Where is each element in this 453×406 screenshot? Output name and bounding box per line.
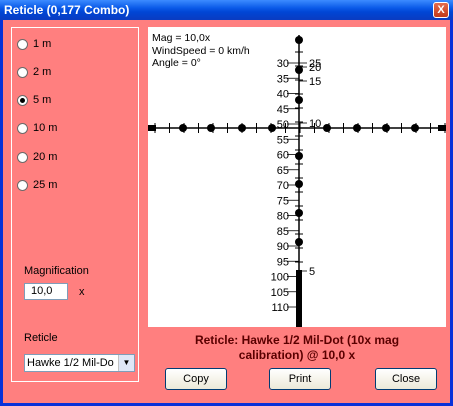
title-bar: Reticle (0,177 Combo) X (0, 0, 453, 20)
range-label: 30 (277, 58, 289, 70)
range-label: 110 (271, 302, 289, 314)
range-label: 20 (309, 62, 321, 74)
mil-dot (295, 238, 303, 246)
range-label: 35 (277, 73, 289, 85)
chevron-down-icon[interactable]: ▼ (118, 355, 134, 371)
distance-radio-label: 2 m (33, 66, 52, 78)
mil-dot (323, 124, 331, 132)
radio-icon[interactable] (17, 94, 28, 106)
distance-radio-20m[interactable]: 20 m (17, 150, 57, 164)
reticle-label: Reticle (24, 332, 58, 344)
reticle-dropdown[interactable]: Hawke 1/2 Mil-Do ▼ (24, 354, 135, 372)
range-label: 40 (277, 89, 289, 101)
magnification-input[interactable]: 10,0 (24, 283, 68, 300)
range-label: 75 (277, 195, 289, 207)
range-label: 10 (309, 118, 321, 130)
close-icon[interactable]: X (433, 2, 449, 18)
mil-dot (382, 124, 390, 132)
reticle-canvas: Mag = 10,0x WindSpeed = 0 km/h Angle = 0… (148, 27, 446, 327)
radio-icon[interactable] (17, 38, 28, 50)
crosshair-post-bottom (296, 270, 302, 327)
range-label: 100 (271, 272, 289, 284)
distance-radio-label: 10 m (33, 122, 58, 134)
options-panel (11, 27, 139, 382)
radio-icon[interactable] (17, 179, 28, 191)
reticle-window: Reticle (0,177 Combo) X 1 m 2 m 5 m 10 m 20 … (0, 0, 453, 406)
magnification-unit: x (79, 286, 85, 298)
distance-radio-label: 1 m (33, 38, 52, 50)
distance-radio-label: 25 m (33, 179, 58, 191)
range-label: 50 (277, 119, 289, 131)
range-label: 15 (309, 76, 321, 88)
mil-dot (295, 152, 303, 160)
distance-radio-label: 20 m (33, 151, 58, 163)
distance-radio-25m[interactable]: 25 m (17, 178, 57, 192)
range-label: 70 (277, 180, 289, 192)
range-label: 90 (277, 241, 289, 253)
mil-dot (268, 124, 276, 132)
close-button[interactable]: Close (375, 368, 437, 390)
range-label: 105 (271, 287, 289, 299)
range-label: 95 (277, 256, 289, 268)
mil-dot (207, 124, 215, 132)
reticle-dropdown-value: Hawke 1/2 Mil-Do (27, 357, 114, 369)
mil-dot (411, 124, 419, 132)
radio-selected-dot (20, 97, 25, 103)
range-label: 80 (277, 211, 289, 223)
mil-dot (353, 124, 361, 132)
mil-dot (295, 36, 303, 44)
range-label: 65 (277, 165, 289, 177)
radio-icon[interactable] (17, 151, 28, 163)
distance-radio-label: 5 m (33, 94, 52, 106)
distance-radio-2m[interactable]: 2 m (17, 65, 51, 79)
copy-button[interactable]: Copy (165, 368, 227, 390)
magnification-label: Magnification (24, 265, 89, 277)
distance-radio-5m[interactable]: 5 m (17, 93, 51, 107)
mil-dot (295, 180, 303, 188)
range-label: 55 (277, 134, 289, 146)
caption-line-2: calibration) @ 10,0 x (238, 348, 356, 362)
reticle-drawing: 3035404550556065707580859095100105110252… (148, 35, 446, 327)
radio-icon[interactable] (17, 122, 28, 134)
print-button[interactable]: Print (269, 368, 331, 390)
distance-radio-1m[interactable]: 1 m (17, 37, 51, 51)
reticle-caption: Reticle: Hawke 1/2 Mil-Dot (10x mag cali… (148, 333, 446, 363)
range-label: 5 (309, 266, 315, 278)
caption-line-1: Reticle: Hawke 1/2 Mil-Dot (10x mag (194, 333, 400, 347)
range-label: 60 (277, 150, 289, 162)
range-label: 45 (277, 104, 289, 116)
mil-dot (179, 124, 187, 132)
window-title: Reticle (0,177 Combo) (4, 3, 130, 17)
mil-dot (295, 96, 303, 104)
range-label: 85 (277, 226, 289, 238)
distance-radio-10m[interactable]: 10 m (17, 121, 57, 135)
radio-icon[interactable] (17, 66, 28, 78)
